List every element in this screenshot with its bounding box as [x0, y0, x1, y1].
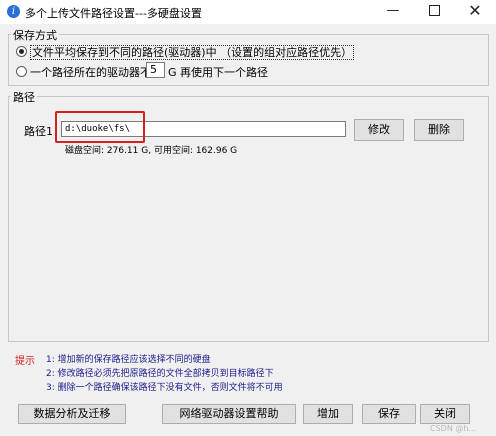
tip-line-3: 3: 删除一个路径确保该路径下没有文件，否则文件将不可用 — [46, 383, 283, 393]
tips-label: 提示 — [15, 356, 35, 367]
maximize-icon — [428, 5, 440, 16]
highlight-annotation — [55, 111, 145, 143]
data-analysis-button[interactable]: 数据分析及迁移 — [18, 404, 126, 424]
option-even-radio[interactable] — [16, 46, 27, 57]
close-icon: ✕ — [468, 1, 482, 20]
add-button[interactable]: 增加 — [303, 404, 353, 424]
save-mode-group-title: 保存方式 — [11, 27, 59, 43]
info-icon: i — [7, 5, 20, 18]
delete-path-button[interactable]: 删除 — [414, 119, 464, 141]
paths-group-title: 路径 — [11, 89, 37, 105]
path1-label: 路径1 — [24, 125, 53, 138]
tip-line-1: 1: 增加新的保存路径应该选择不同的硬盘 — [46, 355, 211, 365]
option-even-label[interactable]: 文件平均保存到不同的路径(驱动器)中 （设置的组对应路径优先） — [30, 44, 355, 60]
close-button[interactable]: 关闭 — [420, 404, 470, 424]
threshold-input[interactable]: 5 — [146, 62, 165, 78]
save-button[interactable]: 保存 — [362, 404, 416, 424]
minimize-button[interactable]: — — [373, 0, 413, 24]
disk-info-text: 磁盘空间: 276.11 G, 可用空间: 162.96 G — [65, 146, 238, 156]
option-threshold-prefix: 一个路径所在的驱动器不足 — [30, 66, 162, 79]
option-threshold-suffix: G 再使用下一个路径 — [168, 66, 269, 79]
network-drive-help-button[interactable]: 网络驱动器设置帮助 — [162, 404, 296, 424]
option-threshold-radio[interactable] — [16, 66, 27, 77]
minimize-icon: — — [386, 3, 400, 18]
modify-path-button[interactable]: 修改 — [354, 119, 404, 141]
watermark: CSDN @h... — [430, 424, 477, 433]
window-title: 多个上传文件路径设置---多硬盘设置 — [25, 7, 202, 20]
tip-line-2: 2: 修改路径必须先把原路径的文件全部拷贝到目标路径下 — [46, 369, 274, 379]
close-window-button[interactable]: ✕ — [455, 0, 495, 24]
maximize-button[interactable] — [414, 0, 454, 24]
